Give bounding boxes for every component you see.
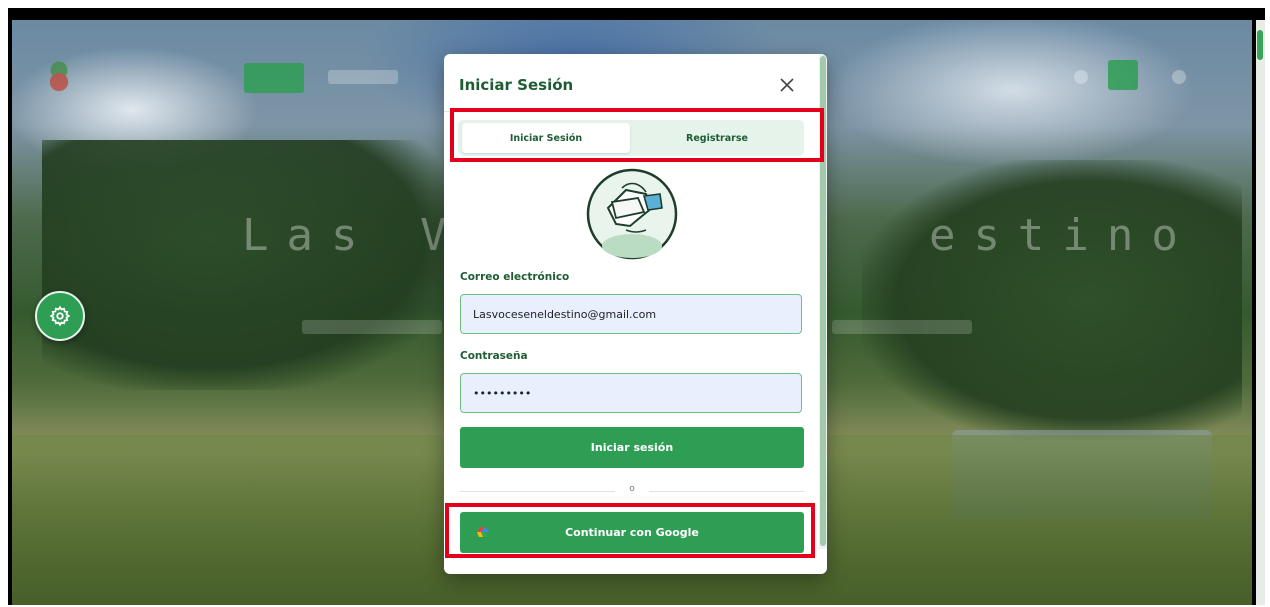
email-label: Correo electrónico xyxy=(460,271,570,283)
hero-title-right: estino xyxy=(928,210,1196,261)
or-text: o xyxy=(629,484,635,494)
password-field[interactable] xyxy=(460,373,802,413)
avatar xyxy=(586,168,678,260)
background-trees-right xyxy=(862,160,1242,440)
settings-button[interactable] xyxy=(35,291,85,341)
hero-subtitle-right xyxy=(832,320,972,334)
password-label: Contraseña xyxy=(460,350,528,362)
login-button[interactable]: Iniciar sesión xyxy=(460,427,804,468)
tab-register[interactable]: Registrarse xyxy=(634,123,800,153)
register-prompt xyxy=(444,566,819,574)
account-icon xyxy=(1172,70,1186,84)
or-line-right xyxy=(649,491,804,492)
or-divider: o xyxy=(460,484,804,497)
header-divider xyxy=(444,111,819,112)
close-icon xyxy=(780,78,794,92)
user-button xyxy=(1108,60,1138,90)
hero-subtitle-left xyxy=(302,320,442,334)
search-icon xyxy=(1074,70,1088,84)
background-trees-left xyxy=(42,140,462,390)
gear-icon xyxy=(49,305,71,327)
google-login-button[interactable]: Continuar con Google xyxy=(460,512,804,553)
modal-scrollbar[interactable] xyxy=(819,54,827,549)
close-button[interactable] xyxy=(774,72,800,98)
tab-login[interactable]: Iniciar Sesión xyxy=(462,123,630,153)
page-scrollbar[interactable] xyxy=(1256,20,1265,605)
modal-scrollbar-thumb[interactable] xyxy=(820,56,826,546)
email-field[interactable] xyxy=(460,294,802,334)
site-logo xyxy=(42,58,76,98)
login-modal: Iniciar Sesión Iniciar Sesión Registrars… xyxy=(444,54,827,574)
google-icon xyxy=(477,527,489,537)
modal-title: Iniciar Sesión xyxy=(459,76,574,94)
nav-item-active xyxy=(244,63,304,93)
google-button-label: Continuar con Google xyxy=(565,526,699,539)
nav-item xyxy=(328,70,398,84)
auth-tabs: Iniciar Sesión Registrarse xyxy=(458,120,804,156)
